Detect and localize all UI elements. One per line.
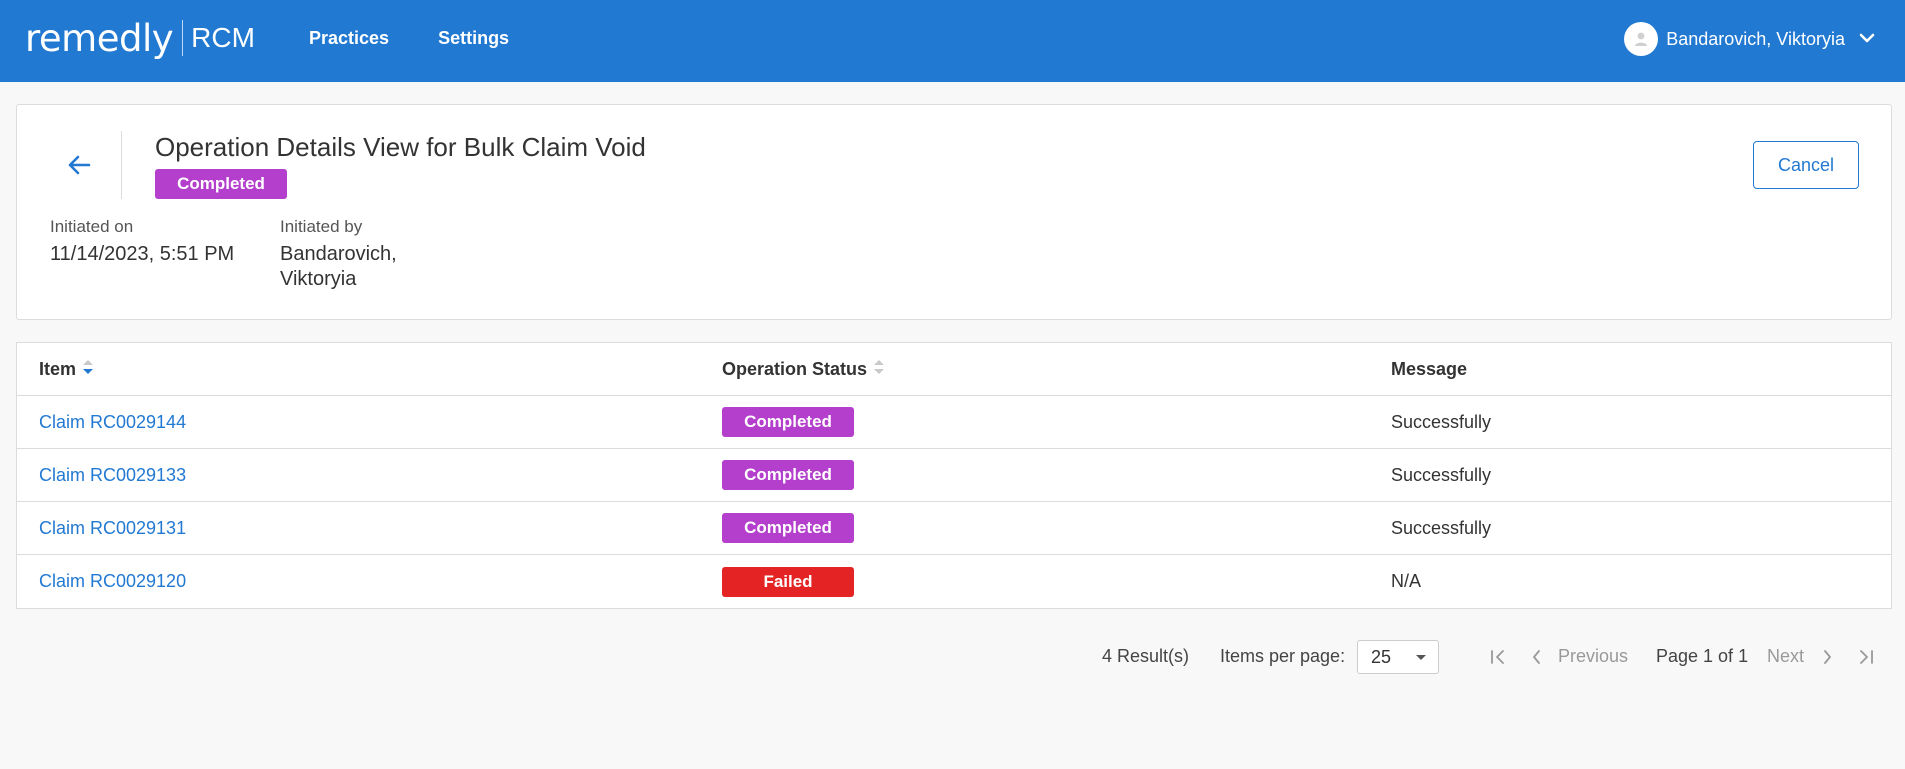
claim-link[interactable]: Claim RC0029133	[39, 465, 186, 486]
initiated-by-value: Bandarovich, Viktoryia	[280, 242, 397, 292]
previous-page-button[interactable]: Previous	[1558, 646, 1628, 667]
initiated-on-value: 11/14/2023, 5:51 PM	[50, 243, 235, 265]
initiated-by-label: Initiated by	[280, 217, 363, 236]
claim-link[interactable]: Claim RC0029120	[39, 571, 186, 592]
page-info: Page 1 of 1	[1656, 646, 1749, 666]
next-page-button[interactable]: Next	[1767, 646, 1804, 667]
results-count: 4 Result(s)	[1102, 646, 1190, 666]
arrow-left-icon	[67, 154, 91, 181]
claim-link[interactable]: Claim RC0029131	[39, 518, 186, 539]
items-per-page-label: Items per page:	[1220, 646, 1346, 666]
row-message: N/A	[1391, 571, 1422, 591]
table-row: Claim RC0029120 Failed N/A	[17, 555, 1891, 608]
user-menu[interactable]: Bandarovich, Viktoryia	[1624, 22, 1875, 56]
status-badge: Failed	[722, 566, 854, 597]
items-per-page-select[interactable]: 25	[1357, 640, 1439, 674]
initiated-on-block: Initiated on 11/14/2023, 5:51 PM	[50, 217, 234, 267]
column-header-item[interactable]: Item	[39, 343, 94, 395]
initiated-by-value-line2: Viktoryia	[280, 268, 357, 290]
nav-item-settings[interactable]: Settings	[438, 28, 509, 49]
column-header-status-label: Operation Status	[722, 358, 868, 379]
status-badge: Completed	[722, 407, 854, 437]
user-name: Bandarovich, Viktoryia	[1666, 28, 1845, 49]
results-table: Item Operation Status Message Claim RC00…	[16, 342, 1892, 609]
logo-main-text: remedly	[25, 16, 174, 60]
table-row: Claim RC0029144 Completed Successfully	[17, 396, 1891, 449]
remedly-rcm-logo[interactable]: remedly RCM	[25, 16, 255, 60]
items-per-page-value: 25	[1371, 646, 1392, 667]
logo-divider	[182, 20, 184, 56]
back-button[interactable]	[61, 149, 97, 185]
table-row: Claim RC0029131 Completed Successfully	[17, 502, 1891, 555]
header-divider	[121, 131, 122, 199]
last-page-icon[interactable]	[1856, 646, 1876, 668]
column-header-item-label: Item	[39, 358, 77, 379]
cancel-button[interactable]: Cancel	[1753, 141, 1859, 189]
chevron-down-icon	[1859, 30, 1875, 48]
operation-status-badge: Completed	[155, 169, 287, 199]
table-row: Claim RC0029133 Completed Successfully	[17, 449, 1891, 502]
top-navigation-bar: remedly RCM Practices Settings Bandarovi…	[0, 0, 1905, 82]
first-page-icon[interactable]	[1488, 646, 1508, 668]
column-header-operation-status[interactable]: Operation Status	[722, 343, 885, 395]
main-nav: Practices Settings	[309, 28, 558, 49]
initiated-by-block: Initiated by Bandarovich, Viktoryia	[280, 217, 397, 292]
initiated-on-label: Initiated on	[50, 217, 134, 236]
page-title: Operation Details View for Bulk Claim Vo…	[155, 132, 646, 162]
chevron-left-icon[interactable]	[1527, 646, 1547, 668]
row-message: Successfully	[1391, 411, 1492, 432]
nav-item-practices[interactable]: Practices	[309, 28, 389, 49]
status-badge: Completed	[722, 460, 854, 490]
chevron-right-icon[interactable]	[1817, 646, 1837, 668]
user-avatar-icon	[1624, 22, 1659, 56]
claim-link[interactable]: Claim RC0029144	[39, 412, 186, 433]
status-badge: Completed	[722, 513, 854, 543]
row-message: Successfully	[1391, 517, 1492, 538]
logo-sub-text: RCM	[191, 22, 255, 53]
initiated-by-value-line1: Bandarovich,	[280, 243, 397, 265]
sort-descending-icon[interactable]	[82, 358, 94, 381]
column-header-message-label: Message	[1391, 358, 1468, 379]
operation-details-card: Operation Details View for Bulk Claim Vo…	[16, 104, 1892, 320]
table-header-row: Item Operation Status Message	[17, 343, 1891, 396]
caret-down-icon	[1416, 655, 1426, 660]
column-header-message: Message	[1391, 343, 1467, 395]
sort-icon[interactable]	[873, 358, 885, 381]
row-message: Successfully	[1391, 464, 1492, 485]
